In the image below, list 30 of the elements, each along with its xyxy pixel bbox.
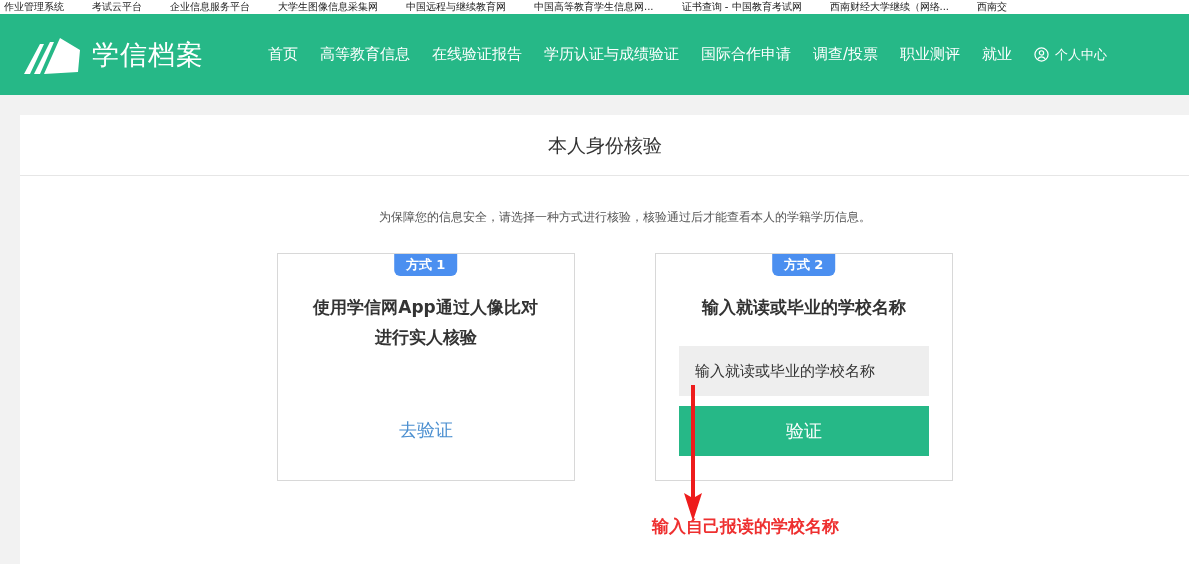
notice-text: 为保障您的信息安全，请选择一种方式进行核验，核验通过后才能查看本人的学籍学历信息。	[377, 209, 872, 226]
school-name-field[interactable]: 输入就读或毕业的学校名称	[678, 346, 929, 396]
method-badge: 方式 2	[771, 254, 836, 276]
verify-button[interactable]: 验证	[678, 406, 929, 456]
logo-text[interactable]: 学信档案	[92, 36, 204, 73]
bookmark-link[interactable]: 作业管理系统	[4, 0, 64, 14]
method-heading: 输入就读或毕业的学校名称	[700, 296, 907, 319]
nav-link[interactable]: 首页	[268, 45, 298, 64]
method-badge: 方式 1	[393, 254, 458, 276]
nav-link[interactable]: 调查/投票	[813, 45, 879, 64]
bookmark-link[interactable]: 中国远程与继续教育网	[406, 0, 506, 14]
account-link[interactable]: 个人中心	[1055, 45, 1108, 64]
nav-link[interactable]: 学历认证与成绩验证	[544, 45, 679, 64]
nav-link[interactable]: 高等教育信息	[320, 45, 410, 64]
bookmark-link[interactable]: 西南交	[977, 0, 1008, 14]
nav-link[interactable]: 在线验证报告	[432, 45, 522, 64]
nav-link[interactable]: 职业测评	[900, 45, 961, 64]
bookmark-link[interactable]: 考试云平台	[92, 0, 142, 14]
bookmark-link[interactable]: 企业信息服务平台	[170, 0, 250, 14]
bookmark-link[interactable]: 大学生图像信息采集网	[278, 0, 378, 14]
bookmark-link[interactable]: 证书查询 - 中国教育考试网	[681, 0, 802, 14]
bookmark-link[interactable]: 西南财经大学继续（网络...	[829, 0, 950, 14]
bookmark-link[interactable]: 中国高等教育学生信息网...	[534, 0, 654, 14]
panel-title: 本人身份核验	[20, 115, 1189, 176]
nav-link[interactable]: 国际合作申请	[701, 45, 791, 64]
annotation-text: 输入自己报读的学校名称	[652, 515, 839, 538]
verify-link[interactable]: 去验证	[398, 418, 453, 442]
user-icon	[1034, 47, 1050, 62]
nav-link[interactable]: 就业	[982, 45, 1013, 64]
method-heading: 使用学信网App通过人像比对进行实人核验	[312, 296, 539, 349]
